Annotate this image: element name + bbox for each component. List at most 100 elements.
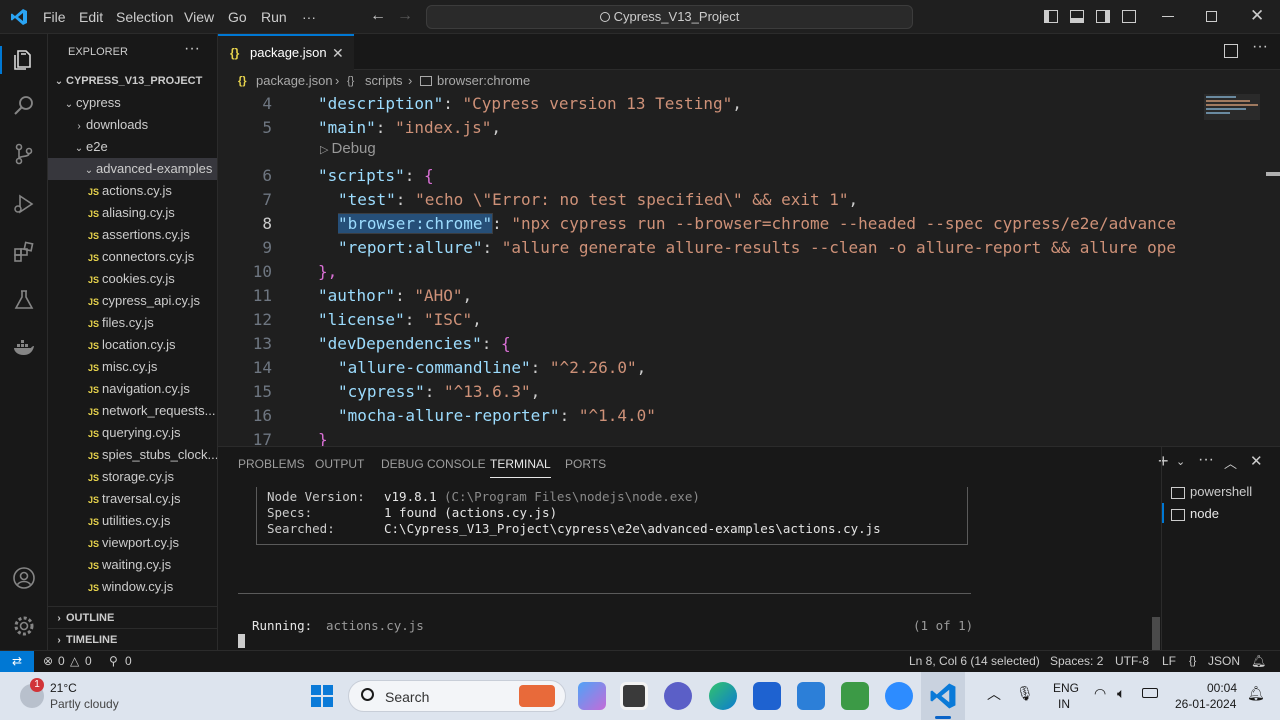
file-item[interactable]: JS window.cy.js [48, 576, 217, 598]
input-region[interactable]: IN [1058, 697, 1070, 711]
outline-section[interactable]: › OUTLINE [48, 607, 217, 629]
file-item[interactable]: JS viewport.cy.js [48, 532, 217, 554]
errors-count[interactable]: 0 [58, 651, 65, 672]
terminal-powershell[interactable]: powershell [1190, 484, 1252, 499]
breadcrumb-scripts[interactable]: scripts [365, 70, 403, 92]
file-item[interactable]: JS storage.cy.js [48, 466, 217, 488]
tab-problems[interactable]: PROBLEMS [238, 457, 305, 471]
encoding[interactable]: UTF-8 [1115, 651, 1149, 672]
folder-e2e[interactable]: ⌄ e2e [48, 136, 217, 158]
explorer-files-icon[interactable] [12, 48, 36, 72]
app-icon[interactable] [753, 682, 781, 710]
file-item[interactable]: JS utilities.cy.js [48, 510, 217, 532]
run-debug-icon[interactable] [12, 192, 36, 216]
maximize-panel-icon[interactable]: ︿ [1224, 453, 1237, 472]
file-item[interactable]: JS connectors.cy.js [48, 246, 217, 268]
menu-run[interactable]: Run [261, 9, 287, 25]
tab-package-json[interactable]: {} package.json ✕ [218, 34, 354, 70]
manage-gear-icon[interactable] [12, 614, 36, 638]
photos-icon[interactable] [841, 682, 869, 710]
copilot-icon[interactable] [578, 682, 606, 710]
tab-close-icon[interactable]: ✕ [332, 36, 344, 70]
remote-indicator-icon[interactable]: ⇄ [0, 651, 34, 672]
file-item[interactable]: JS misc.cy.js [48, 356, 217, 378]
toggle-secondary-sidebar-icon[interactable] [1096, 10, 1110, 23]
ports-icon[interactable]: ⚲ [109, 651, 118, 672]
menu-edit[interactable]: Edit [79, 9, 103, 25]
input-language[interactable]: ENG [1053, 681, 1079, 695]
command-center-search[interactable]: Cypress_V13_Project [426, 5, 913, 29]
microphone-icon[interactable]: 🎙︎ [1016, 685, 1034, 702]
wifi-icon[interactable]: ◠ [1094, 685, 1106, 702]
notification-bell-icon[interactable]: 🔔︎ [1247, 685, 1265, 702]
file-item[interactable]: JS actions.cy.js [48, 180, 217, 202]
menu-go[interactable]: Go [228, 9, 247, 25]
ports-count[interactable]: 0 [125, 651, 132, 672]
file-item[interactable]: JS traversal.cy.js [48, 488, 217, 510]
menu-file[interactable]: File [43, 9, 66, 25]
file-item[interactable]: JS cypress_api.cy.js [48, 290, 217, 312]
accounts-icon[interactable] [12, 566, 36, 590]
terminal-node[interactable]: node [1190, 506, 1219, 521]
notifications-bell-icon[interactable]: 🔔︎ [1251, 651, 1266, 672]
language-mode[interactable]: JSON [1208, 651, 1240, 672]
toggle-primary-sidebar-icon[interactable] [1044, 10, 1058, 23]
folder-cypress[interactable]: ⌄ cypress [48, 92, 217, 114]
close-panel-icon[interactable]: ✕ [1250, 452, 1263, 470]
customize-layout-icon[interactable] [1122, 10, 1136, 23]
explorer-more-icon[interactable]: ··· [184, 40, 200, 58]
task-view-icon[interactable] [620, 682, 648, 710]
file-item[interactable]: JS waiting.cy.js [48, 554, 217, 576]
toggle-panel-icon[interactable] [1070, 10, 1084, 23]
edge-browser-icon[interactable] [709, 682, 737, 710]
back-arrow-icon[interactable]: ← [370, 7, 386, 25]
file-item[interactable]: JS files.cy.js [48, 312, 217, 334]
windows-start-icon[interactable] [311, 685, 333, 707]
warnings-icon[interactable]: △ [70, 651, 79, 672]
menu-more[interactable]: ··· [302, 9, 316, 25]
folder-advanced-examples[interactable]: ⌄ advanced-examples [48, 158, 217, 180]
testing-flask-icon[interactable] [12, 288, 36, 312]
teams-chat-icon[interactable] [664, 682, 692, 710]
menu-selection[interactable]: Selection [116, 9, 174, 25]
file-item[interactable]: JS assertions.cy.js [48, 224, 217, 246]
file-item[interactable]: JS querying.cy.js [48, 422, 217, 444]
clock-time[interactable]: 00:04 [1207, 681, 1237, 695]
tab-ports[interactable]: PORTS [565, 457, 606, 471]
cursor-position[interactable]: Ln 8, Col 6 (14 selected) [909, 651, 1040, 672]
breadcrumb-file[interactable]: package.json [256, 70, 333, 92]
restore-icon[interactable] [1206, 11, 1217, 22]
new-terminal-plus-icon[interactable]: + [1158, 451, 1169, 472]
source-control-icon[interactable] [12, 142, 36, 166]
split-editor-icon[interactable] [1224, 44, 1238, 58]
file-item[interactable]: JS network_requests... [48, 400, 217, 422]
file-item[interactable]: JS aliasing.cy.js [48, 202, 217, 224]
zoom-icon[interactable] [885, 682, 913, 710]
panel-more-icon[interactable]: ··· [1198, 451, 1214, 469]
tab-debug-console[interactable]: DEBUG CONSOLE [381, 457, 486, 471]
battery-icon[interactable] [1142, 688, 1158, 698]
editor-more-icon[interactable]: ··· [1252, 38, 1268, 56]
file-item[interactable]: JS location.cy.js [48, 334, 217, 356]
show-hidden-icons-chevron[interactable]: ︿ [987, 684, 1001, 704]
breadcrumb-browser-chrome[interactable]: browser:chrome [437, 70, 530, 92]
vscode-taskbar-active[interactable] [921, 672, 965, 720]
project-root[interactable]: ⌄ CYPRESS_V13_PROJECT [48, 70, 217, 92]
menu-view[interactable]: View [184, 9, 214, 25]
close-window-icon[interactable]: ✕ [1250, 6, 1264, 26]
search-view-icon[interactable] [12, 94, 36, 118]
warnings-count[interactable]: 0 [85, 651, 92, 672]
errors-icon[interactable]: ⊗ [43, 651, 53, 672]
terminal-scrollbar[interactable] [1152, 617, 1160, 651]
volume-icon[interactable]: 🔈︎ [1117, 685, 1125, 702]
forward-arrow-icon[interactable]: → [397, 7, 413, 25]
tab-terminal[interactable]: TERMINAL [490, 457, 551, 478]
notepad-icon[interactable] [797, 682, 825, 710]
debug-codelens[interactable]: ▷ Debug [320, 140, 376, 157]
tab-output[interactable]: OUTPUT [315, 457, 364, 471]
file-item[interactable]: JS spies_stubs_clock... [48, 444, 217, 466]
terminal-dropdown-icon[interactable]: ⌄ [1176, 455, 1185, 468]
folder-downloads[interactable]: › downloads [48, 114, 217, 136]
clock-date[interactable]: 26-01-2024 [1175, 697, 1236, 711]
weather-temp[interactable]: 21°C [50, 681, 77, 695]
